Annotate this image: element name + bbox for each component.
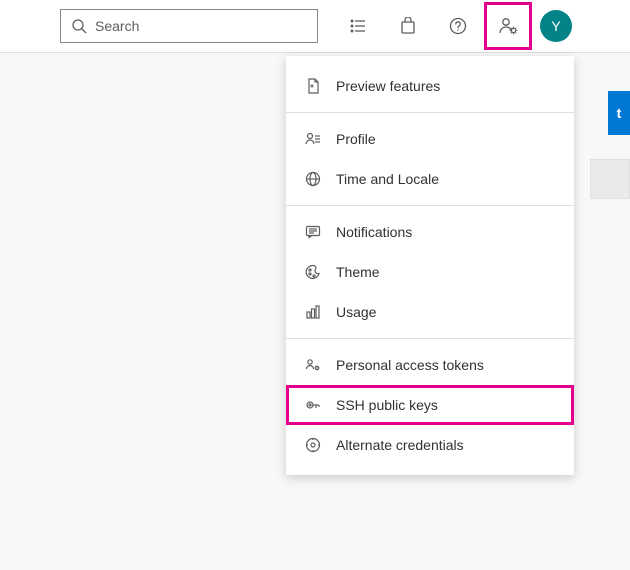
menu-item-label: Notifications bbox=[336, 224, 412, 240]
primary-button-partial[interactable]: t bbox=[608, 91, 630, 135]
tokens-icon bbox=[304, 356, 322, 374]
menu-item-time-locale[interactable]: Time and Locale bbox=[286, 159, 574, 199]
menu-item-preview-features[interactable]: Preview features bbox=[286, 66, 574, 106]
theme-icon bbox=[304, 263, 322, 281]
menu-item-alternate-credentials[interactable]: Alternate credentials bbox=[286, 425, 574, 465]
preview-features-icon bbox=[304, 77, 322, 95]
search-icon bbox=[71, 18, 87, 34]
search-box[interactable] bbox=[60, 9, 318, 43]
menu-item-label: Preview features bbox=[336, 78, 440, 94]
menu-separator bbox=[286, 205, 574, 206]
menu-item-ssh-public-keys[interactable]: SSH public keys bbox=[286, 385, 574, 425]
marketplace-icon[interactable] bbox=[384, 2, 432, 50]
avatar-initial: Y bbox=[551, 18, 560, 34]
notifications-icon bbox=[304, 223, 322, 241]
menu-item-label: Usage bbox=[336, 304, 376, 320]
key-icon bbox=[304, 396, 322, 414]
menu-item-profile[interactable]: Profile bbox=[286, 119, 574, 159]
menu-item-notifications[interactable]: Notifications bbox=[286, 212, 574, 252]
menu-item-label: Profile bbox=[336, 131, 376, 147]
toolbar-icons: Y bbox=[334, 2, 572, 50]
usage-icon bbox=[304, 303, 322, 321]
menu-separator bbox=[286, 112, 574, 113]
avatar[interactable]: Y bbox=[540, 10, 572, 42]
menu-item-label: Personal access tokens bbox=[336, 357, 484, 373]
menu-item-label: Alternate credentials bbox=[336, 437, 464, 453]
top-bar: Y bbox=[0, 0, 630, 52]
search-input[interactable] bbox=[95, 18, 307, 34]
user-settings-menu: Preview features Profile Time and Locale… bbox=[286, 56, 574, 475]
list-row-partial bbox=[590, 159, 630, 199]
profile-icon bbox=[304, 130, 322, 148]
primary-button-label: t bbox=[617, 105, 622, 121]
menu-separator bbox=[286, 338, 574, 339]
menu-item-theme[interactable]: Theme bbox=[286, 252, 574, 292]
credentials-icon bbox=[304, 436, 322, 454]
menu-item-usage[interactable]: Usage bbox=[286, 292, 574, 332]
menu-item-label: Theme bbox=[336, 264, 380, 280]
menu-item-label: SSH public keys bbox=[336, 397, 438, 413]
user-settings-button[interactable] bbox=[484, 2, 532, 50]
menu-item-label: Time and Locale bbox=[336, 171, 439, 187]
menu-item-personal-access-tokens[interactable]: Personal access tokens bbox=[286, 345, 574, 385]
help-icon[interactable] bbox=[434, 2, 482, 50]
globe-icon bbox=[304, 170, 322, 188]
list-icon[interactable] bbox=[334, 2, 382, 50]
